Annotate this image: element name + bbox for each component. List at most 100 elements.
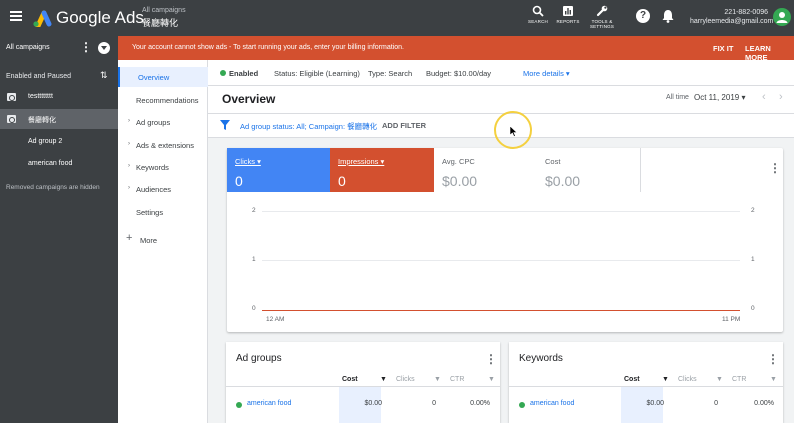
column-header[interactable]: CTR [732,376,746,383]
nav-recommendations[interactable]: Recommendations [118,90,208,110]
reports-button[interactable]: REPORTS [550,5,586,24]
divider [226,386,500,387]
chevron-right-icon[interactable]: › [779,91,783,103]
search-campaign-icon [7,93,16,101]
y-tick-left: 1 [252,256,256,263]
nav-audiences[interactable]: › Audiences [118,179,208,199]
ad-group-name-link[interactable]: american food [247,400,291,407]
y-tick-left: 0 [252,305,256,312]
enabled-status-icon [519,402,525,408]
campaign-budget[interactable]: Budget: $10.00/day [426,69,491,78]
reports-icon [563,6,573,16]
nav-label: More [140,236,158,245]
sort-desc-icon[interactable]: ▼ [380,376,387,383]
nav-keywords[interactable]: › Keywords [118,157,208,177]
sort-icon[interactable]: ⇅ [100,70,108,81]
nav-label: Recommendations [136,96,199,105]
column-header[interactable]: CTR [450,376,464,383]
nav-ad-groups[interactable]: › Ad groups [118,112,208,132]
more-vert-icon[interactable]: ⋮ [767,353,779,365]
search-icon [532,5,544,17]
campaign-label: 餐廳轉化 [28,117,56,124]
nav-overview[interactable]: Overview [118,67,208,87]
sort-desc-icon[interactable]: ▼ [662,376,669,383]
filter-icon[interactable] [220,120,230,132]
tools-settings-button[interactable]: TOOLS & SETTINGS [584,5,620,29]
column-header[interactable]: Clicks [678,376,697,383]
campaign-type: Type: Search [368,69,413,78]
brand-name: Google Ads [56,8,144,27]
reports-label: REPORTS [556,19,580,24]
chevron-right-icon: › [128,185,130,191]
keyword-text-link[interactable]: american food [530,400,574,407]
add-filter-button[interactable]: ADD FILTER [382,121,426,130]
active-filter[interactable]: Ad group status: All; Campaign: 餐廳轉化 [240,121,377,132]
gridline [262,211,740,212]
breadcrumb-current[interactable]: 餐廳轉化 [142,16,178,29]
card-title: Keywords [519,353,563,364]
alert-message: Your account cannot show ads - To start … [132,44,404,51]
ad-group-item[interactable]: Ad group 2 [28,138,62,145]
metric-tile-clicks[interactable]: Clicks ▾ 0 [227,148,331,192]
person-icon [776,12,788,23]
metric-tile-avg-cpc[interactable]: Avg. CPC $0.00 [434,148,538,192]
more-details-link[interactable]: More details ▾ [523,69,570,78]
chevron-down-icon[interactable]: ▼ [488,376,495,383]
page-title: Overview [222,92,276,106]
y-tick-right: 2 [751,207,755,214]
avatar[interactable] [773,8,791,26]
nav-label: Settings [136,208,164,217]
ctr-cell: 0.00% [470,400,490,407]
enabled-status-icon [220,70,226,76]
fix-it-button[interactable]: FIX IT [713,44,733,53]
more-vert-icon[interactable]: ⋮ [485,353,497,365]
date-range-label: All time [666,94,689,101]
more-vert-icon[interactable]: ⋮ [769,162,781,174]
column-header[interactable]: Clicks [396,376,415,383]
ctr-cell: 0.00% [754,400,774,407]
menu-icon[interactable] [10,11,22,21]
chevron-down-icon[interactable]: ▼ [434,376,441,383]
metric-label: Avg. CPC [442,157,475,166]
more-vert-icon[interactable]: ⋮ [80,41,92,53]
chevron-left-icon[interactable]: ‹ [762,91,766,103]
search-campaign-icon [7,115,16,123]
nav-more[interactable]: + More [118,230,208,250]
plus-icon: + [126,232,133,244]
nav-label: Keywords [136,163,169,172]
metric-value: 0 [338,173,346,189]
cost-cell: $0.00 [364,400,382,407]
breadcrumb[interactable]: All campaigns [142,7,186,14]
removed-note: Removed campaigns are hidden [6,184,100,191]
column-header[interactable]: Cost [624,376,640,383]
ad-group-item[interactable]: american food [28,160,72,167]
nav-ads-extensions[interactable]: › Ads & extensions [118,135,208,155]
metric-tile-impressions[interactable]: Impressions ▾ 0 [330,148,434,192]
campaign-item-selected[interactable]: 餐廳轉化 [0,109,118,129]
y-tick-left: 2 [252,207,256,214]
x-tick: 11 PM [722,316,741,323]
google-ads-logo [32,9,52,29]
campaign-filter-label[interactable]: Enabled and Paused [6,73,71,80]
nav-label: Overview [138,73,170,82]
nav-settings[interactable]: Settings [118,202,208,222]
campaign-item[interactable]: testttttttt [0,87,118,107]
gridline [262,260,740,261]
all-campaigns-label[interactable]: All campaigns [6,44,50,51]
collapse-tree-button[interactable] [98,42,110,54]
divider [509,386,783,387]
metric-label: Cost [545,157,561,166]
chevron-down-icon[interactable]: ▼ [716,376,723,383]
chevron-down-icon[interactable]: ▼ [770,376,777,383]
account-id: 221-882-0096 [724,9,768,16]
metric-label: Clicks ▾ [235,157,261,166]
enabled-status[interactable]: Enabled [229,69,258,78]
help-icon[interactable]: ? [636,9,650,23]
metric-value: $0.00 [545,173,581,189]
nav-label: Audiences [136,185,172,194]
column-header[interactable]: Cost [342,376,358,383]
date-range-picker[interactable]: Oct 11, 2019 ▾ [694,93,745,102]
bell-icon[interactable] [662,9,674,25]
metric-tile-cost[interactable]: Cost $0.00 [537,148,641,192]
campaign-label: testttttttt [28,93,53,100]
